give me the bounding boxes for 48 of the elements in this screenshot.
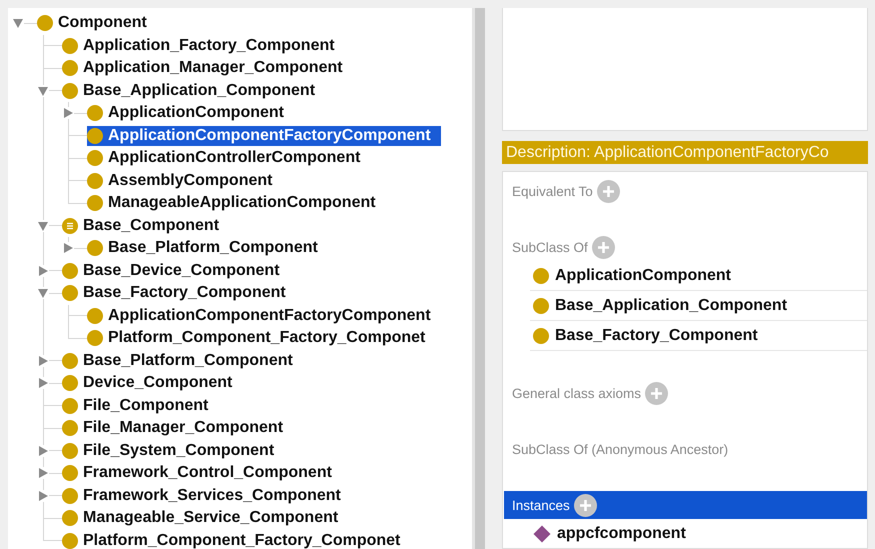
class-icon xyxy=(533,328,549,344)
section-label: General class axioms xyxy=(512,386,642,400)
plus-icon xyxy=(578,498,592,512)
tree-item[interactable]: Manageable_Service_Component xyxy=(62,508,348,528)
tree-item[interactable]: Device_Component xyxy=(62,373,242,394)
add-button[interactable] xyxy=(574,494,597,516)
tree-item[interactable]: ManageableApplicationComponent xyxy=(87,193,386,214)
frame-item-label: appcfcomponent xyxy=(557,524,686,542)
tree-item[interactable]: Framework_Services_Component xyxy=(62,486,351,506)
plus-icon xyxy=(596,240,610,254)
frame-item[interactable]: ApplicationComponent xyxy=(530,261,867,291)
tree-item[interactable]: Base_Device_Component xyxy=(62,260,290,281)
tree-item[interactable]: File_Manager_Component xyxy=(62,418,294,438)
tree-item[interactable]: Base_Platform_Component xyxy=(87,238,328,258)
tree-item[interactable]: Component xyxy=(37,13,157,34)
section-label: SubClass Of xyxy=(512,240,588,254)
tree-item[interactable]: ApplicationComponentFactoryComponent xyxy=(87,306,441,326)
class-icon xyxy=(533,298,549,314)
tree-item[interactable]: AssemblyComponent xyxy=(87,170,282,191)
frame-item-label: ApplicationComponent xyxy=(555,266,731,284)
tree-item[interactable]: ApplicationControllerComponent xyxy=(87,148,370,168)
tree-item[interactable]: Framework_Control_Component xyxy=(62,463,342,484)
frame-item[interactable]: Base_Application_Component xyxy=(530,291,867,321)
section-label: SubClass Of (Anonymous Ancestor) xyxy=(512,442,728,456)
tree-item[interactable]: File_System_Component xyxy=(62,440,284,461)
class-icon xyxy=(533,268,549,284)
diamond-icon xyxy=(533,524,551,542)
section-label: Instances xyxy=(512,498,570,512)
frame-item-label: Base_Application_Component xyxy=(555,296,788,314)
description-title: Description: ApplicationComponentFactoryCo xyxy=(502,141,868,164)
tree-item[interactable]: Base_Factory_Component xyxy=(62,283,296,304)
tree-item[interactable]: Application_Manager_Component xyxy=(62,58,353,78)
plus-icon xyxy=(602,184,615,198)
tree-item[interactable]: Platform_Component_Factory_Componet xyxy=(87,328,436,348)
tree-item[interactable]: File_Component xyxy=(62,396,218,416)
section-header[interactable]: Instances xyxy=(504,491,867,519)
tree-item[interactable]: Base_Component xyxy=(62,216,230,236)
frame-item-label: Base_Factory_Component xyxy=(555,326,758,344)
frame-item[interactable]: appcfcomponent xyxy=(530,519,867,548)
plus-icon xyxy=(650,386,664,400)
tree-item[interactable]: ApplicationComponent xyxy=(87,103,294,124)
frame-item[interactable]: Base_Factory_Component xyxy=(530,321,867,351)
section-label: Equivalent To xyxy=(512,184,593,198)
tree-item[interactable]: Base_Application_Component xyxy=(62,80,326,101)
tree-item[interactable]: Application_Factory_Component xyxy=(62,36,345,56)
tree-item[interactable]: Base_Platform_Component xyxy=(62,350,303,371)
tree-item[interactable]: ApplicationComponentFactoryComponent xyxy=(87,126,441,146)
tree-item[interactable]: Platform_Component_Factory_Componet xyxy=(62,530,410,549)
